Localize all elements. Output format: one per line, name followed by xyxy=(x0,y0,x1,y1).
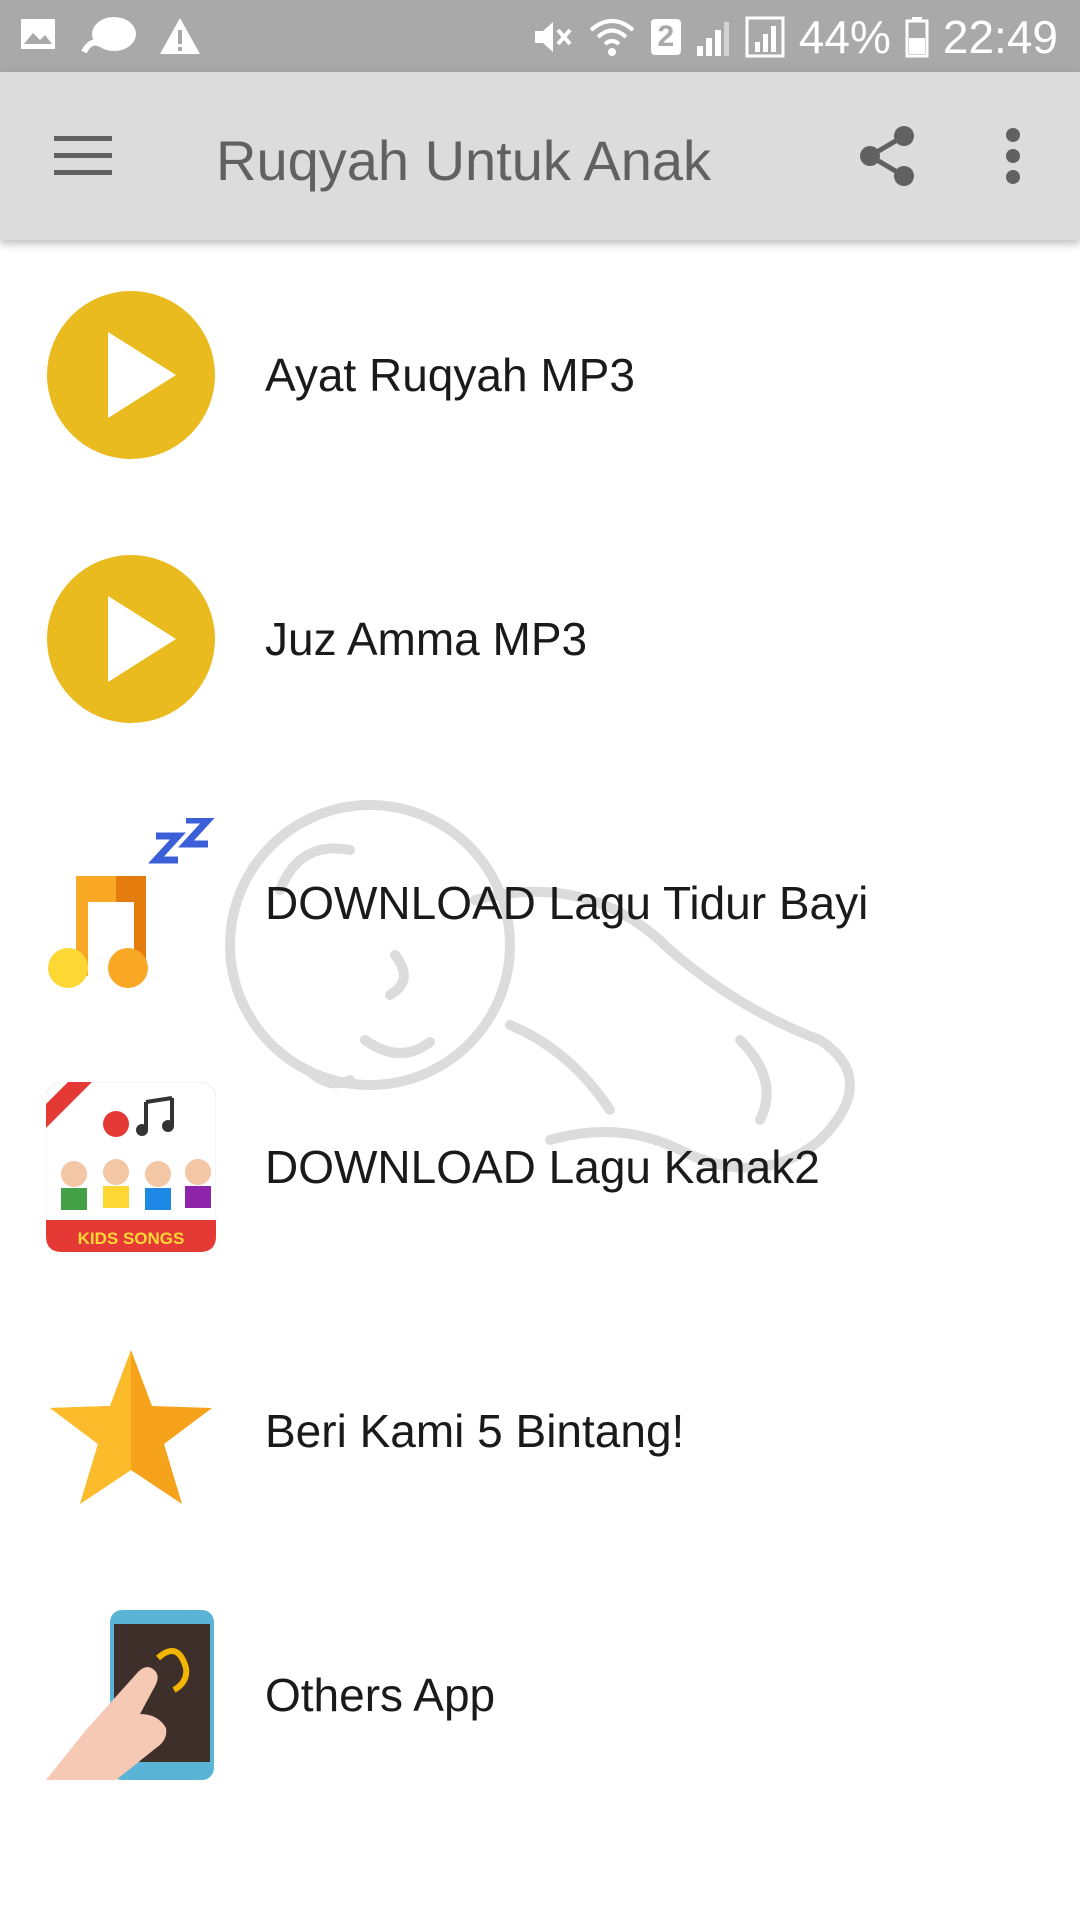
list-item[interactable]: Ayat Ruqyah MP3 xyxy=(0,250,1080,514)
signal-icon xyxy=(745,16,785,58)
status-bar: 2 44% 22:49 xyxy=(0,0,1080,72)
list-item-label: Juz Amma MP3 xyxy=(265,613,588,665)
list-item-label: DOWNLOAD Lagu Tidur Bayi xyxy=(265,877,869,929)
app-bar: Ruqyah Untuk Anak xyxy=(0,72,1080,240)
chat-icon xyxy=(81,17,136,54)
list-item[interactable]: Beri Kami 5 Bintang! xyxy=(0,1306,1080,1570)
share-icon[interactable] xyxy=(858,124,918,188)
signal-icon xyxy=(696,22,729,56)
mute-icon xyxy=(534,22,572,52)
warning-icon xyxy=(160,18,200,54)
more-vert-icon[interactable] xyxy=(1004,128,1022,184)
phone-tap-icon xyxy=(46,1610,214,1780)
music-sleep-icon xyxy=(48,818,215,988)
list-item[interactable]: DOWNLOAD Lagu Tidur Bayi xyxy=(0,778,1080,1042)
list-item[interactable]: KIDS SONGS DOWNLOAD Lagu Kanak2 xyxy=(0,1042,1080,1306)
image-icon xyxy=(21,19,55,49)
play-icon xyxy=(47,555,215,723)
play-icon xyxy=(47,291,215,459)
sim-badge: 2 xyxy=(650,19,681,55)
list-item[interactable]: Juz Amma MP3 xyxy=(0,514,1080,778)
star-icon xyxy=(50,1350,212,1504)
list-item-label: Beri Kami 5 Bintang! xyxy=(265,1405,685,1457)
wifi-icon xyxy=(589,19,635,56)
app-title: Ruqyah Untuk Anak xyxy=(216,129,711,192)
clock: 22:49 xyxy=(942,11,1058,63)
list-item[interactable]: Others App xyxy=(0,1570,1080,1834)
kids-songs-badge: KIDS SONGS xyxy=(78,1229,185,1248)
list-item-label: Others App xyxy=(265,1669,496,1721)
battery-percent: 44% xyxy=(798,11,891,63)
battery-icon xyxy=(905,17,929,58)
menu-icon[interactable] xyxy=(54,134,112,178)
list-item-label: Ayat Ruqyah MP3 xyxy=(265,349,635,401)
list-item-label: DOWNLOAD Lagu Kanak2 xyxy=(265,1141,820,1193)
kids-songs-icon: KIDS SONGS xyxy=(46,1082,216,1252)
